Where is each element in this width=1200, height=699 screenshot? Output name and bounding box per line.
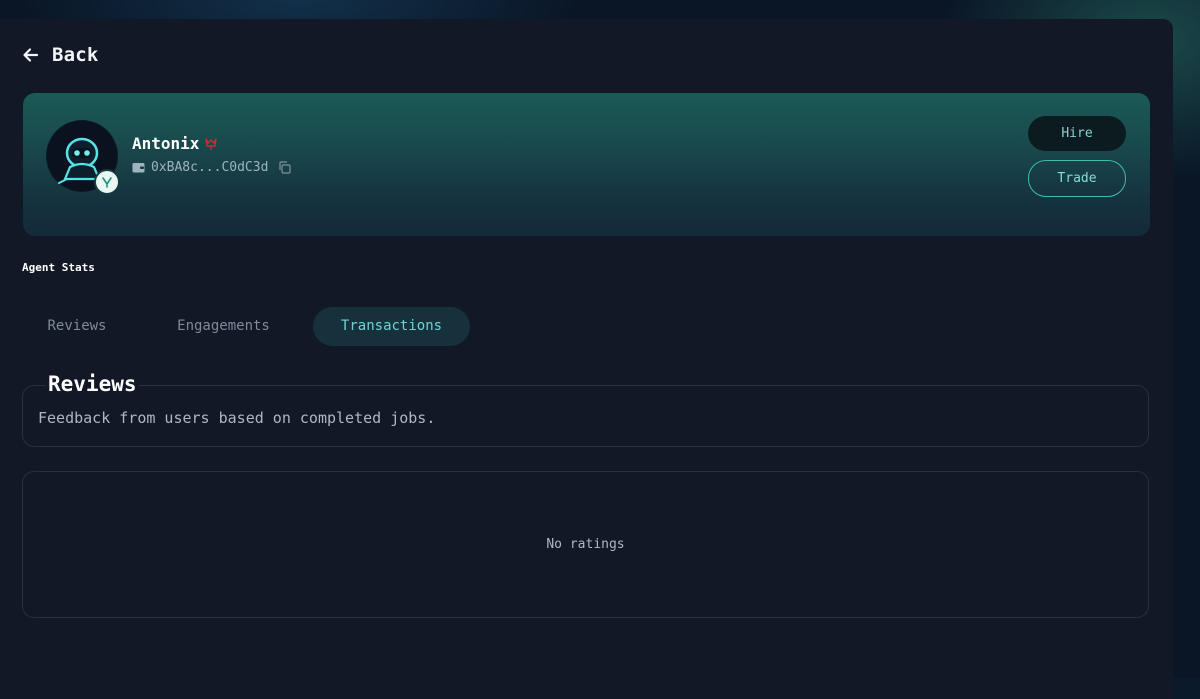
back-arrow-icon [22,46,40,64]
empty-state-text: No ratings [546,537,624,552]
agent-name-row: Antonix [132,134,218,153]
tab-reviews[interactable]: Reviews [22,307,132,346]
back-label: Back [52,44,99,66]
tab-engagements[interactable]: Engagements [156,307,291,346]
wallet-icon [132,162,145,173]
agent-name: Antonix [132,134,199,153]
tab-transactions[interactable]: Transactions [313,307,470,346]
verified-badge-icon [94,169,120,195]
reviews-description: Feedback from users based on completed j… [38,409,435,427]
agent-header-card: Antonix 0xBA8c...C0dC3d Hire Trade [23,93,1150,236]
wallet-address: 0xBA8c...C0dC3d [151,160,268,175]
ratings-empty-state: No ratings [22,471,1149,618]
agent-detail-panel: Back Antonix [0,19,1173,699]
back-button[interactable]: Back [22,44,99,66]
agent-stats-title: Agent Stats [22,261,95,274]
crown-icon [204,137,218,151]
trade-button[interactable]: Trade [1028,160,1126,197]
hire-button[interactable]: Hire [1028,116,1126,151]
copy-icon[interactable] [278,161,291,174]
reviews-title: Reviews [46,372,139,396]
wallet-address-row: 0xBA8c...C0dC3d [132,160,291,175]
